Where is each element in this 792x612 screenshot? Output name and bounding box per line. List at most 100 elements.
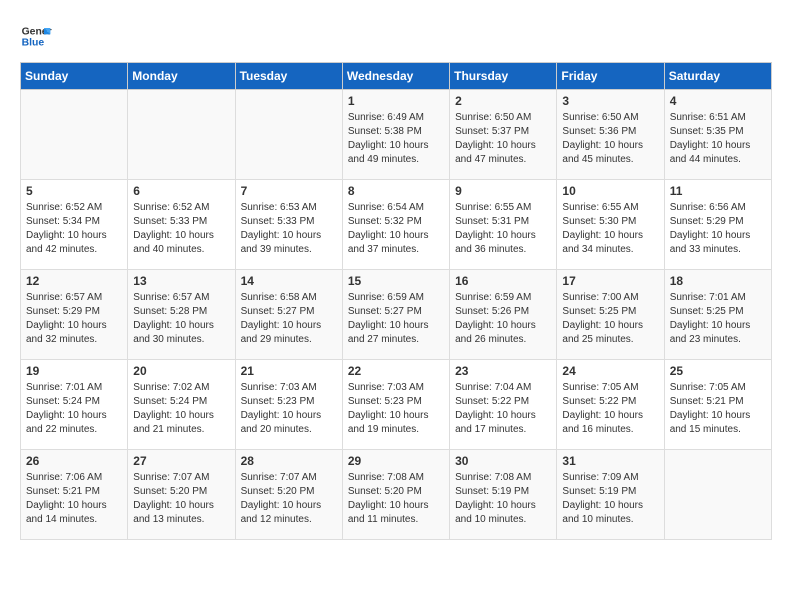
calendar-cell: 15 Sunrise: 6:59 AM Sunset: 5:27 PM Dayli… — [342, 270, 449, 360]
day-number: 3 — [562, 94, 658, 108]
day-number: 6 — [133, 184, 229, 198]
calendar-cell: 24 Sunrise: 7:05 AM Sunset: 5:22 PM Dayli… — [557, 360, 664, 450]
page-header: General Blue — [20, 20, 772, 52]
day-info: Sunrise: 6:52 AM Sunset: 5:33 PM Dayligh… — [133, 201, 229, 257]
calendar-week-1: 1Sunrise: 6:49 AM Sunset: 5:38 PM Daylig… — [21, 90, 772, 180]
day-number: 5 — [26, 184, 122, 198]
day-number: 25 — [670, 364, 766, 378]
calendar-cell: 11 Sunrise: 6:56 AM Sunset: 5:29 PM Dayli… — [664, 180, 771, 270]
day-number: 18 — [670, 274, 766, 288]
calendar-cell: 31Sunrise: 7:09 AM Sunset: 5:19 PM Dayli… — [557, 450, 664, 540]
day-info: Sunrise: 7:07 AM Sunset: 5:20 PM Dayligh… — [241, 471, 337, 527]
day-info: Sunrise: 6:50 AM Sunset: 5:37 PM Dayligh… — [455, 111, 551, 167]
calendar-cell: 18 Sunrise: 7:01 AM Sunset: 5:25 PM Dayli… — [664, 270, 771, 360]
day-info: Sunrise: 7:01 AM Sunset: 5:24 PM Dayligh… — [26, 381, 122, 437]
calendar-week-4: 19 Sunrise: 7:01 AM Sunset: 5:24 PM Dayli… — [21, 360, 772, 450]
calendar-cell: 14 Sunrise: 6:58 AM Sunset: 5:27 PM Dayli… — [235, 270, 342, 360]
day-number: 15 — [348, 274, 444, 288]
calendar-cell: 28 Sunrise: 7:07 AM Sunset: 5:20 PM Dayli… — [235, 450, 342, 540]
day-info: Sunrise: 6:55 AM Sunset: 5:31 PM Dayligh… — [455, 201, 551, 257]
day-number: 29 — [348, 454, 444, 468]
day-info: Sunrise: 6:57 AM Sunset: 5:28 PM Dayligh… — [133, 291, 229, 347]
day-info: Sunrise: 7:02 AM Sunset: 5:24 PM Dayligh… — [133, 381, 229, 437]
calendar-cell: 23 Sunrise: 7:04 AM Sunset: 5:22 PM Dayli… — [450, 360, 557, 450]
calendar-cell: 22 Sunrise: 7:03 AM Sunset: 5:23 PM Dayli… — [342, 360, 449, 450]
day-info: Sunrise: 7:01 AM Sunset: 5:25 PM Dayligh… — [670, 291, 766, 347]
day-number: 31 — [562, 454, 658, 468]
calendar-cell: 26 Sunrise: 7:06 AM Sunset: 5:21 PM Dayli… — [21, 450, 128, 540]
calendar-cell: 5 Sunrise: 6:52 AM Sunset: 5:34 PM Daylig… — [21, 180, 128, 270]
logo-icon: General Blue — [20, 20, 52, 52]
day-info: Sunrise: 6:58 AM Sunset: 5:27 PM Dayligh… — [241, 291, 337, 347]
day-number: 19 — [26, 364, 122, 378]
calendar-cell — [21, 90, 128, 180]
day-number: 13 — [133, 274, 229, 288]
calendar-week-5: 26 Sunrise: 7:06 AM Sunset: 5:21 PM Dayli… — [21, 450, 772, 540]
day-number: 16 — [455, 274, 551, 288]
calendar-cell — [235, 90, 342, 180]
calendar-cell — [128, 90, 235, 180]
calendar-cell: 1Sunrise: 6:49 AM Sunset: 5:38 PM Daylig… — [342, 90, 449, 180]
calendar-cell: 19 Sunrise: 7:01 AM Sunset: 5:24 PM Dayli… — [21, 360, 128, 450]
header-row: SundayMondayTuesdayWednesdayThursdayFrid… — [21, 63, 772, 90]
weekday-header-wednesday: Wednesday — [342, 63, 449, 90]
day-info: Sunrise: 7:05 AM Sunset: 5:21 PM Dayligh… — [670, 381, 766, 437]
calendar-cell: 8 Sunrise: 6:54 AM Sunset: 5:32 PM Daylig… — [342, 180, 449, 270]
calendar-cell: 9 Sunrise: 6:55 AM Sunset: 5:31 PM Daylig… — [450, 180, 557, 270]
calendar-cell: 21 Sunrise: 7:03 AM Sunset: 5:23 PM Dayli… — [235, 360, 342, 450]
day-info: Sunrise: 6:56 AM Sunset: 5:29 PM Dayligh… — [670, 201, 766, 257]
calendar-week-2: 5 Sunrise: 6:52 AM Sunset: 5:34 PM Daylig… — [21, 180, 772, 270]
calendar-cell: 10Sunrise: 6:55 AM Sunset: 5:30 PM Dayli… — [557, 180, 664, 270]
day-number: 14 — [241, 274, 337, 288]
calendar-cell — [664, 450, 771, 540]
day-info: Sunrise: 6:49 AM Sunset: 5:38 PM Dayligh… — [348, 111, 444, 167]
day-info: Sunrise: 6:57 AM Sunset: 5:29 PM Dayligh… — [26, 291, 122, 347]
day-number: 21 — [241, 364, 337, 378]
day-info: Sunrise: 6:59 AM Sunset: 5:27 PM Dayligh… — [348, 291, 444, 347]
day-number: 8 — [348, 184, 444, 198]
day-number: 24 — [562, 364, 658, 378]
day-info: Sunrise: 7:03 AM Sunset: 5:23 PM Dayligh… — [348, 381, 444, 437]
weekday-header-tuesday: Tuesday — [235, 63, 342, 90]
day-number: 17 — [562, 274, 658, 288]
day-info: Sunrise: 6:54 AM Sunset: 5:32 PM Dayligh… — [348, 201, 444, 257]
day-number: 9 — [455, 184, 551, 198]
day-info: Sunrise: 7:05 AM Sunset: 5:22 PM Dayligh… — [562, 381, 658, 437]
calendar-cell: 4 Sunrise: 6:51 AM Sunset: 5:35 PM Daylig… — [664, 90, 771, 180]
calendar-cell: 7Sunrise: 6:53 AM Sunset: 5:33 PM Daylig… — [235, 180, 342, 270]
day-info: Sunrise: 7:03 AM Sunset: 5:23 PM Dayligh… — [241, 381, 337, 437]
calendar-cell: 3 Sunrise: 6:50 AM Sunset: 5:36 PM Daylig… — [557, 90, 664, 180]
day-number: 11 — [670, 184, 766, 198]
calendar-cell: 17 Sunrise: 7:00 AM Sunset: 5:25 PM Dayli… — [557, 270, 664, 360]
logo: General Blue — [20, 20, 56, 52]
day-info: Sunrise: 6:53 AM Sunset: 5:33 PM Dayligh… — [241, 201, 337, 257]
day-number: 30 — [455, 454, 551, 468]
weekday-header-saturday: Saturday — [664, 63, 771, 90]
day-info: Sunrise: 6:51 AM Sunset: 5:35 PM Dayligh… — [670, 111, 766, 167]
weekday-header-friday: Friday — [557, 63, 664, 90]
day-info: Sunrise: 7:06 AM Sunset: 5:21 PM Dayligh… — [26, 471, 122, 527]
day-number: 28 — [241, 454, 337, 468]
weekday-header-monday: Monday — [128, 63, 235, 90]
day-info: Sunrise: 7:00 AM Sunset: 5:25 PM Dayligh… — [562, 291, 658, 347]
day-info: Sunrise: 6:52 AM Sunset: 5:34 PM Dayligh… — [26, 201, 122, 257]
weekday-header-sunday: Sunday — [21, 63, 128, 90]
day-number: 22 — [348, 364, 444, 378]
calendar-cell: 27Sunrise: 7:07 AM Sunset: 5:20 PM Dayli… — [128, 450, 235, 540]
day-number: 4 — [670, 94, 766, 108]
calendar-cell: 2 Sunrise: 6:50 AM Sunset: 5:37 PM Daylig… — [450, 90, 557, 180]
calendar-cell: 12 Sunrise: 6:57 AM Sunset: 5:29 PM Dayli… — [21, 270, 128, 360]
day-number: 12 — [26, 274, 122, 288]
day-info: Sunrise: 7:08 AM Sunset: 5:20 PM Dayligh… — [348, 471, 444, 527]
calendar-cell: 13 Sunrise: 6:57 AM Sunset: 5:28 PM Dayli… — [128, 270, 235, 360]
day-number: 23 — [455, 364, 551, 378]
day-info: Sunrise: 6:50 AM Sunset: 5:36 PM Dayligh… — [562, 111, 658, 167]
day-number: 26 — [26, 454, 122, 468]
calendar-cell: 25 Sunrise: 7:05 AM Sunset: 5:21 PM Dayli… — [664, 360, 771, 450]
day-number: 10 — [562, 184, 658, 198]
svg-text:Blue: Blue — [22, 38, 45, 49]
day-info: Sunrise: 7:04 AM Sunset: 5:22 PM Dayligh… — [455, 381, 551, 437]
day-info: Sunrise: 7:08 AM Sunset: 5:19 PM Dayligh… — [455, 471, 551, 527]
day-number: 27 — [133, 454, 229, 468]
day-number: 2 — [455, 94, 551, 108]
